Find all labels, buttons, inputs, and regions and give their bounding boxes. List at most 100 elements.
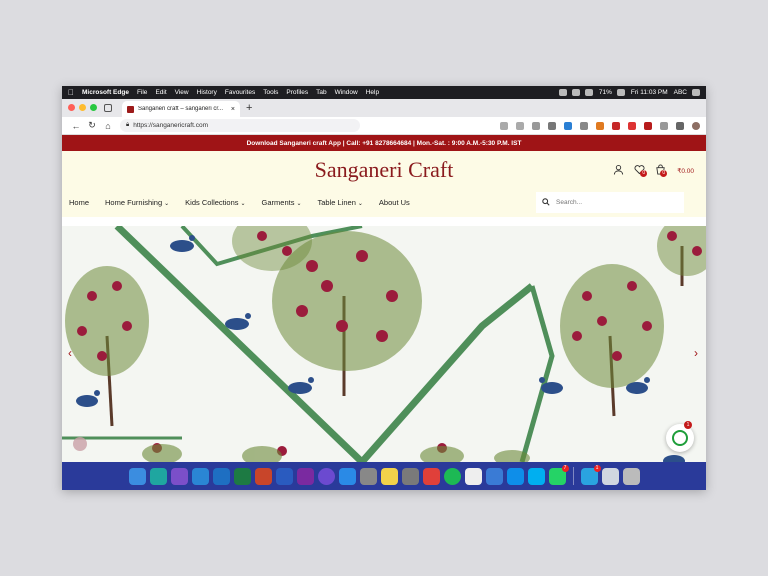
visual-studio-icon[interactable] — [170, 467, 188, 485]
outlook-icon[interactable] — [212, 467, 230, 485]
address-bar: ← ↻ ⌂ 🔒︎ https://sanganericraft.com — [62, 117, 706, 135]
tab-active[interactable]: Sanganeri craft – sanganeri cr... × — [122, 101, 240, 117]
refresh-icon[interactable]: ↻ — [84, 120, 100, 131]
menu-history[interactable]: History — [197, 89, 217, 96]
telegram-badge: 1 — [593, 464, 601, 472]
cart-total[interactable]: ₹0.00 — [677, 167, 694, 175]
nav-about-us[interactable]: About Us — [379, 198, 410, 207]
menu-edit[interactable]: Edit — [155, 89, 166, 96]
teamviewer-icon[interactable] — [506, 467, 524, 485]
edge-icon[interactable] — [149, 467, 167, 485]
home-icon[interactable]: ⌂ — [100, 121, 116, 131]
skype-icon[interactable] — [527, 467, 545, 485]
apple-icon[interactable]:  — [68, 88, 74, 97]
cart-button[interactable]: 0 — [655, 164, 668, 178]
extension-icon[interactable] — [644, 121, 652, 130]
siri-icon[interactable] — [317, 467, 335, 485]
extension-icon[interactable] — [580, 121, 588, 130]
excel-icon[interactable] — [233, 467, 251, 485]
extension-icon[interactable] — [596, 121, 604, 130]
telegram-icon[interactable]: 1 — [580, 464, 601, 485]
mac-menubar:  Microsoft Edge File Edit View History … — [62, 86, 706, 99]
app-store-icon[interactable] — [338, 467, 356, 485]
notes-icon[interactable] — [380, 467, 398, 485]
extension-icon[interactable] — [628, 121, 636, 130]
search-input[interactable] — [556, 199, 666, 206]
menu-help[interactable]: Help — [366, 89, 379, 96]
dock-separator — [572, 467, 574, 485]
menu-window[interactable]: Window — [335, 89, 358, 96]
menu-favourites[interactable]: Favourites — [225, 89, 255, 96]
whatsapp-badge: 1 — [684, 421, 692, 429]
back-icon[interactable]: ← — [68, 121, 84, 131]
extensions-toolbar — [500, 121, 700, 130]
slider-next-arrow[interactable]: › — [694, 346, 698, 360]
tab-actions-icon[interactable] — [104, 104, 112, 112]
onenote-icon[interactable] — [296, 467, 314, 485]
textedit-icon[interactable] — [464, 467, 482, 485]
extensions-icon[interactable] — [660, 121, 668, 130]
cart-count: 0 — [660, 170, 668, 177]
minimize-window-button[interactable] — [79, 104, 86, 111]
status-icon[interactable] — [571, 89, 580, 96]
trash-icon[interactable] — [622, 467, 640, 485]
finder-icon[interactable] — [128, 467, 146, 485]
powerpoint-icon[interactable] — [254, 467, 272, 485]
mac-dock: 7 1 — [62, 462, 706, 490]
menu-tab[interactable]: Tab — [316, 89, 326, 96]
lock-icon[interactable]: 🔒︎ — [126, 122, 129, 129]
whatsapp-chat-button[interactable]: 1 — [666, 421, 694, 452]
chevron-down-icon: ⌄ — [357, 201, 363, 207]
extension-icon[interactable] — [548, 121, 556, 130]
nav-garments[interactable]: Garments ⌄ — [262, 198, 302, 207]
battery-percent[interactable]: 71% — [599, 89, 612, 96]
clock[interactable]: Fri 11:03 PM — [631, 89, 668, 96]
menu-file[interactable]: File — [137, 89, 147, 96]
whatsapp-dock-icon[interactable]: 7 — [548, 464, 569, 485]
favicon — [127, 105, 134, 113]
battery-icon[interactable] — [616, 89, 625, 96]
read-aloud-icon[interactable] — [500, 121, 508, 130]
nav-home-furnishing[interactable]: Home Furnishing ⌄ — [105, 198, 169, 207]
wifi-icon[interactable] — [584, 89, 593, 96]
anydesk-icon[interactable] — [422, 467, 440, 485]
extension-icon[interactable] — [532, 121, 540, 130]
xcode-icon[interactable] — [485, 467, 503, 485]
menu-view[interactable]: View — [175, 89, 189, 96]
launchpad-icon[interactable] — [359, 467, 377, 485]
window-controls — [68, 104, 97, 111]
slider-prev-arrow[interactable]: ‹ — [68, 346, 72, 360]
site-logo[interactable]: Sanganeri Craft — [315, 157, 454, 183]
search-icon[interactable] — [542, 197, 550, 208]
menu-app-name[interactable]: Microsoft Edge — [82, 89, 129, 96]
collections-icon[interactable] — [676, 121, 684, 130]
hero-banner: ‹ › 1 — [62, 226, 706, 462]
profile-avatar[interactable] — [692, 121, 700, 130]
nav-home[interactable]: Home — [69, 198, 89, 207]
menu-tools[interactable]: Tools — [263, 89, 278, 96]
close-window-button[interactable] — [68, 104, 75, 111]
siri-icon[interactable] — [692, 89, 700, 96]
new-tab-button[interactable]: + — [246, 102, 252, 114]
zoom-window-button[interactable] — [90, 104, 97, 111]
nav-table-linen[interactable]: Table Linen ⌄ — [318, 198, 363, 207]
extension-icon[interactable] — [564, 121, 572, 130]
spotify-icon[interactable] — [443, 467, 461, 485]
close-tab-icon[interactable]: × — [231, 106, 235, 113]
status-icon[interactable] — [558, 89, 567, 96]
favorite-star-icon[interactable] — [516, 121, 524, 130]
extension-icon[interactable] — [612, 121, 620, 130]
tab-title: Sanganeri craft – sanganeri cr... — [138, 106, 224, 112]
input-source[interactable]: ABC — [674, 89, 687, 96]
word-icon[interactable] — [275, 467, 293, 485]
system-preferences-icon[interactable] — [401, 467, 419, 485]
url-field[interactable]: 🔒︎ https://sanganericraft.com — [120, 119, 360, 132]
account-icon[interactable] — [613, 164, 624, 178]
preview-icon[interactable] — [601, 467, 619, 485]
whatsapp-icon — [672, 430, 688, 446]
chevron-down-icon: ⌄ — [164, 201, 170, 207]
nav-kids-collections[interactable]: Kids Collections ⌄ — [185, 198, 245, 207]
menu-profiles[interactable]: Profiles — [286, 89, 308, 96]
vscode-icon[interactable] — [191, 467, 209, 485]
wishlist-button[interactable]: 0 — [634, 164, 648, 178]
